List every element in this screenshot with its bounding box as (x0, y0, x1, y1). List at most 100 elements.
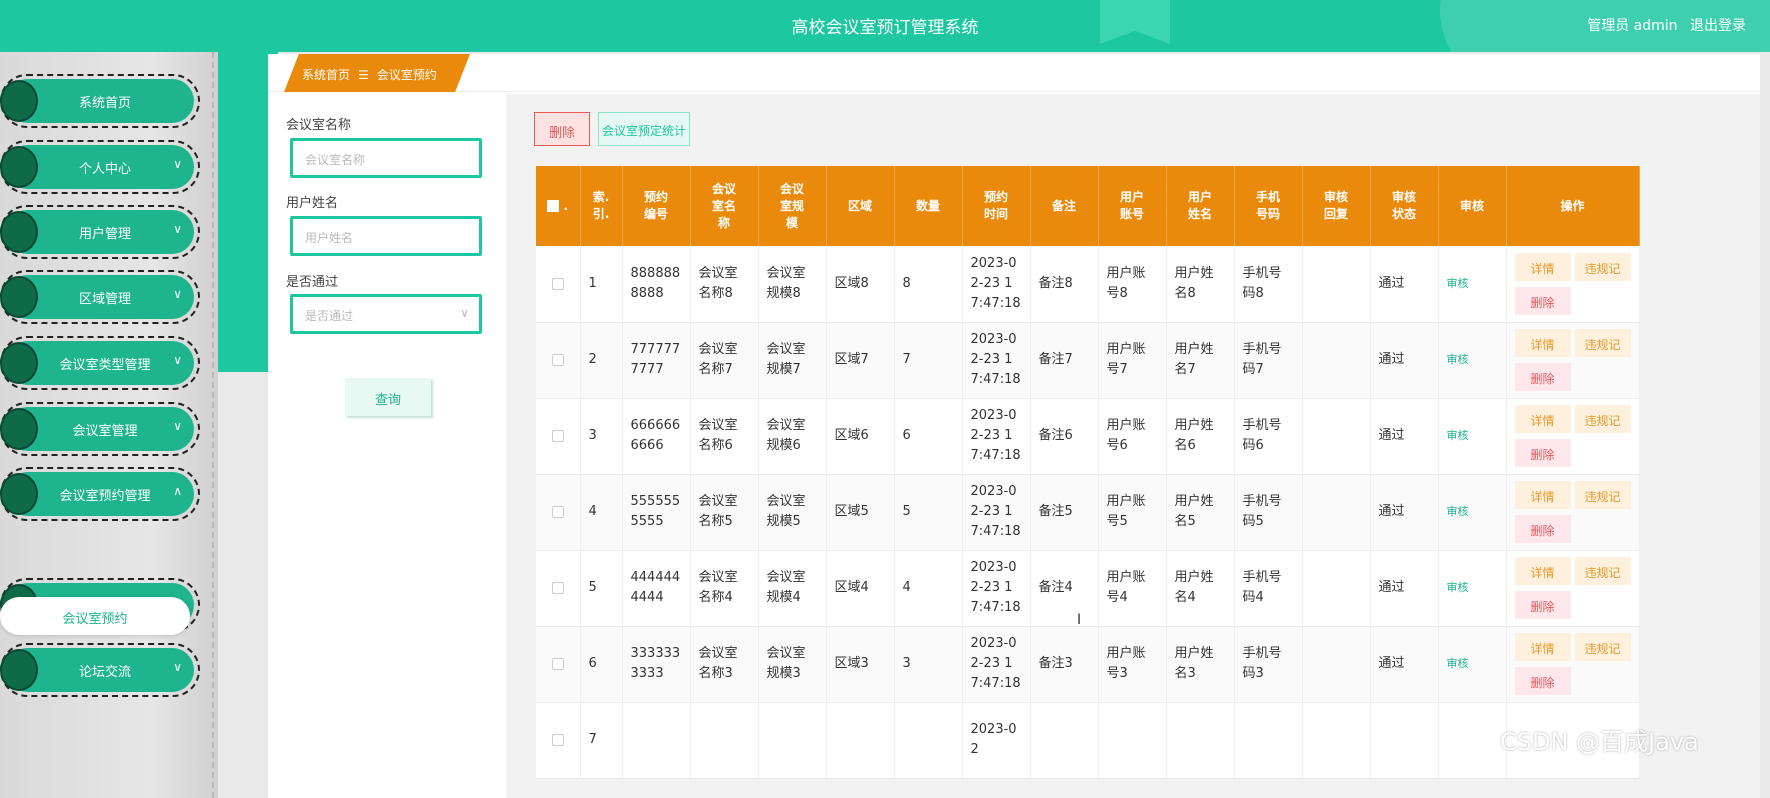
pass-status-label: 是否通过 (286, 275, 339, 290)
cell-area: 区域7 (826, 322, 895, 399)
audit-link[interactable]: 审核 (1447, 581, 1469, 594)
header-select-all[interactable]: . (536, 166, 581, 246)
column-header: 操作 (1506, 166, 1640, 246)
breadcrumb-home[interactable]: 系统首页 (302, 68, 350, 82)
row-checkbox[interactable] (551, 506, 564, 518)
cell-actions: 详情 违规记 删除 (1506, 322, 1640, 399)
user-name-input[interactable]: 用户姓名 (290, 216, 482, 256)
detail-button[interactable]: 详情 (1514, 405, 1571, 433)
sidebar-item[interactable]: 系统首页 (0, 74, 200, 128)
cell-idx: 7 (580, 702, 623, 779)
violation-button[interactable]: 违规记 (1574, 252, 1631, 281)
detail-button[interactable]: 详情 (1514, 481, 1571, 509)
audit-link[interactable]: 审核 (1447, 277, 1469, 290)
sidebar-item[interactable]: 论坛交流 ∨ (0, 643, 200, 697)
table-header-row: . 索. 引. 预约 编号 会议 室名称会议 室规模区域 数量 预约 时间 备注 用户 账号 用户 姓名 手机号… (536, 166, 1640, 246)
sidebar-item[interactable]: 会议室管理 ∨ (0, 402, 200, 456)
column-header: 用户 姓名 (1166, 166, 1235, 246)
column-header: 会议 室名称 (690, 166, 759, 246)
delete-button[interactable]: 删除 (1514, 286, 1571, 315)
cell-scale: 会议室规模6 (758, 398, 827, 475)
cell-scale: 会议室规模8 (758, 246, 827, 323)
cell-audit: 审核 (1438, 246, 1507, 323)
cell-name: 会议室名称5 (690, 474, 759, 551)
sidebar-item[interactable]: 会议室类型管理 ∨ (0, 336, 200, 390)
pass-status-select[interactable]: 是否通过 ∨ (290, 294, 482, 334)
logout-link[interactable]: 退出登录 (1690, 18, 1746, 34)
sidebar-item[interactable]: 用户管理 ∨ (0, 205, 200, 259)
cell-name (690, 702, 759, 779)
booking-stat-button[interactable]: 会议室预定统计 (598, 112, 690, 146)
cell-status: 通过 (1370, 322, 1439, 399)
sidebar-item[interactable]: 个人中心 ∨ (0, 140, 200, 194)
cell-note: 备注6 (1030, 398, 1099, 475)
sidebar-item-dot-icon (0, 276, 38, 318)
column-header: 手机 号码 (1234, 166, 1303, 246)
cell-phone: 手机号码7 (1234, 322, 1303, 399)
cell-reply (1302, 550, 1371, 627)
detail-button[interactable]: 详情 (1514, 329, 1571, 357)
breadcrumb-current: 会议室预约 (376, 68, 437, 82)
row-checkbox[interactable] (551, 658, 564, 670)
detail-button[interactable]: 详情 (1514, 633, 1571, 661)
cell-scale: 会议室规模7 (758, 322, 827, 399)
app-title: 高校会议室预订管理系统 (791, 18, 979, 38)
cell-phone: 手机号码6 (1234, 398, 1303, 475)
row-select-cell[interactable] (536, 550, 581, 627)
violation-button[interactable]: 违规记 (1574, 329, 1631, 357)
cell-account: 用户账号6 (1098, 398, 1167, 475)
row-checkbox[interactable] (551, 430, 564, 442)
row-select-cell[interactable] (536, 398, 581, 475)
cell-qty: 8 (894, 246, 963, 323)
row-select-cell[interactable] (536, 246, 581, 323)
row-checkbox[interactable] (551, 277, 564, 290)
cell-idx: 6 (580, 626, 623, 703)
cell-status (1370, 702, 1439, 779)
violation-button[interactable]: 违规记 (1574, 557, 1631, 585)
row-checkbox[interactable] (551, 582, 564, 594)
row-checkbox[interactable] (551, 354, 564, 366)
row-select-cell[interactable] (536, 626, 581, 703)
sidebar-item[interactable]: 区域管理 ∨ (0, 270, 200, 324)
current-user: 管理员 admin (1587, 18, 1678, 34)
cell-uname: 用户姓名5 (1166, 474, 1235, 551)
delete-button[interactable]: 删除 (1514, 439, 1571, 467)
breadcrumb-separator-icon: ☰ (358, 68, 369, 82)
main-content: 系统首页 ☰ 会议室预约 会议室名称 会议室名称 用户姓名 用户姓名 是否通过 是否… (268, 54, 1760, 798)
cell-audit: 审核 (1438, 550, 1507, 627)
batch-delete-button[interactable]: 删除 (534, 112, 590, 146)
violation-button[interactable]: 违规记 (1574, 405, 1631, 433)
table-row: 6 3333333333 会议室名称3 会议室规模3 区域3 3 2023-02-23 17… (536, 626, 1640, 703)
violation-button[interactable]: 违规记 (1574, 481, 1631, 509)
delete-button[interactable]: 删除 (1514, 515, 1571, 543)
sidebar-item-dot-icon (0, 649, 38, 691)
row-select-cell[interactable] (536, 322, 581, 399)
cell-qty (894, 702, 963, 779)
detail-button[interactable]: 详情 (1514, 252, 1571, 281)
room-name-input[interactable]: 会议室名称 (290, 138, 482, 178)
sidebar-item[interactable]: 会议室预约管理 ∧ (0, 467, 200, 521)
column-header: 用户 账号 (1098, 166, 1167, 246)
detail-button[interactable]: 详情 (1514, 557, 1571, 585)
cell-audit: 审核 (1438, 474, 1507, 551)
audit-link[interactable]: 审核 (1447, 429, 1469, 442)
sidebar-item-dot-icon (0, 342, 38, 384)
delete-button[interactable]: 删除 (1514, 667, 1571, 695)
audit-link[interactable]: 审核 (1447, 505, 1469, 518)
cell-note: 备注8 (1030, 246, 1099, 323)
delete-button[interactable]: 删除 (1514, 363, 1571, 391)
violation-button[interactable]: 违规记 (1574, 633, 1631, 661)
query-button[interactable]: 查询 (345, 378, 431, 416)
table-row: 1 8888888888 会议室名称8 会议室规模8 区域8 8 2023-02-23 17… (536, 246, 1640, 323)
select-all-checkbox[interactable] (547, 200, 560, 212)
delete-button[interactable]: 删除 (1514, 591, 1571, 619)
row-select-cell[interactable] (536, 702, 581, 779)
room-name-placeholder: 会议室名称 (305, 153, 366, 167)
audit-link[interactable]: 审核 (1447, 657, 1469, 670)
row-select-cell[interactable] (536, 474, 581, 551)
audit-link[interactable]: 审核 (1447, 353, 1469, 366)
sidebar-subitem-meeting-booking[interactable]: 会议室预约 (0, 597, 190, 635)
row-checkbox[interactable] (551, 734, 564, 746)
cell-status: 通过 (1370, 474, 1439, 551)
sidebar-item-label: 用户管理 (78, 227, 131, 242)
